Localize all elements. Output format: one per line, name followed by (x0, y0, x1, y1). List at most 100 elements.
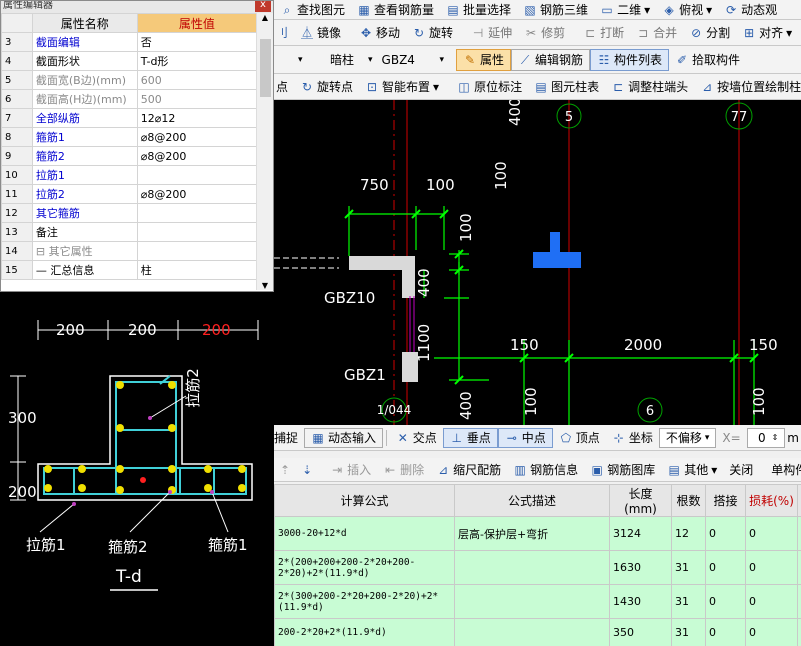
adjust-column-end-button[interactable]: ⊏ 调整柱端头 (605, 74, 694, 99)
property-row[interactable]: 11 拉筋2 ⌀8@200 (1, 184, 258, 204)
close-icon[interactable]: x (255, 1, 271, 12)
table-row[interactable]: 200-2*20+2*(11.9*d) 350 31 0 0 0 (274, 618, 801, 646)
close-button[interactable]: 关闭 (723, 458, 759, 481)
draw-by-wall-button[interactable]: ⊿按墙位置绘制柱▾ (694, 74, 801, 99)
property-row[interactable]: 7 全部纵筋 12⌀12 (1, 108, 258, 128)
scroll-down-icon[interactable]: ▼ (257, 281, 273, 290)
rotate-button[interactable]: ↻ 旋转 (406, 20, 459, 45)
col-header-extra[interactable] (797, 484, 801, 517)
extra-cell[interactable]: 0 (797, 584, 801, 619)
property-value[interactable]: ⌀8@200 (136, 127, 258, 147)
delete-button[interactable]: ⇤ 删除 (377, 458, 430, 481)
pick-component-button[interactable]: ✐ 拾取构件 (669, 46, 746, 73)
count-cell[interactable]: 31 (671, 618, 706, 646)
split-button[interactable]: ⊘ 分割 (683, 20, 736, 45)
property-row[interactable]: 10 拉筋1 (1, 165, 258, 185)
property-value[interactable] (136, 222, 258, 242)
property-value[interactable]: ⌀8@200 (136, 184, 258, 204)
property-value[interactable]: ⌀8@200 (136, 146, 258, 166)
col-header-length[interactable]: 长度(mm) (609, 484, 672, 517)
dynamic-input-button[interactable]: ▦ 动态输入 (304, 427, 384, 448)
col-header-description[interactable]: 公式描述 (454, 484, 610, 517)
property-row[interactable]: 5 截面宽(B边)(mm) 600 (1, 70, 258, 90)
lap-cell[interactable]: 0 (705, 584, 746, 619)
table-row[interactable]: 2*(200+200+200-2*20+200-2*20)+2*(11.9*d)… (274, 550, 801, 585)
length-cell[interactable]: 1430 (609, 584, 672, 619)
batch-select-button[interactable]: ▤ 批量选择 (440, 0, 517, 19)
description-cell[interactable] (454, 618, 610, 646)
property-row[interactable]: 12 其它箍筋 (1, 203, 258, 223)
selected-column-gbz4[interactable] (533, 232, 581, 268)
view-rebar-qty-button[interactable]: ▦ 查看钢筋量 (351, 0, 440, 19)
count-cell[interactable]: 31 (671, 584, 706, 619)
properties-button[interactable]: ✎ 属性 (456, 48, 512, 71)
view-2d-dropdown[interactable]: ▭ 二维 ▾ (594, 0, 656, 19)
scale-rebar-button[interactable]: ⊿ 缩尺配筋 (430, 458, 507, 481)
property-row[interactable]: 4 截面形状 T-d形 (1, 51, 258, 71)
scroll-up-icon[interactable]: ▲ (257, 13, 273, 22)
move-button[interactable]: ✥ 移动 (353, 20, 406, 45)
formula-cell[interactable]: 3000-20+12*d (274, 516, 455, 551)
property-row[interactable]: 15— 汇总信息柱 (1, 260, 258, 280)
snap-button[interactable]: 捕捉 (274, 425, 304, 450)
edit-rebar-button[interactable]: ⟋ 编辑钢筋 (511, 48, 591, 71)
loss-cell[interactable]: 0 (745, 550, 798, 585)
lap-cell[interactable]: 0 (705, 618, 746, 646)
extend-button[interactable]: ⊣ 延伸 (465, 20, 518, 45)
property-value[interactable] (136, 165, 258, 185)
insert-button[interactable]: ⇥ 插入 (324, 458, 377, 481)
property-row[interactable]: 3 截面编辑否 (1, 32, 258, 52)
description-cell[interactable] (454, 550, 610, 585)
vertex-snap-button[interactable]: ⬠ 顶点 (553, 425, 606, 450)
merge-button[interactable]: ⊐ 合并 (630, 20, 683, 45)
property-value[interactable] (136, 241, 258, 261)
rotate-point-button[interactable]: ↻ 旋转点 (294, 74, 359, 99)
count-cell[interactable]: 31 (671, 550, 706, 585)
rebar-info-button[interactable]: ▥ 钢筋信息 (507, 458, 584, 481)
other-dropdown[interactable]: ▤ 其他 ▾ (661, 458, 723, 481)
loss-cell[interactable]: 0 (745, 618, 798, 646)
offset-mode-select[interactable]: 不偏移 ▾ (658, 427, 717, 448)
property-row[interactable]: 6 截面高(H边)(mm) 500 (1, 89, 258, 109)
loss-cell[interactable]: 0 (745, 516, 798, 551)
property-row[interactable]: 9 箍筋2 ⌀8@200 (1, 146, 258, 166)
align-dropdown[interactable]: ⊞ 对齐 ▾ (736, 20, 798, 45)
formula-cell[interactable]: 200-2*20+2*(11.9*d) (274, 618, 455, 646)
point-button[interactable]: 点 (274, 74, 294, 99)
mirror-button[interactable]: ⏅ 镜像 (294, 20, 347, 45)
count-cell[interactable]: 12 (671, 516, 706, 551)
property-row[interactable]: 13 备注 (1, 222, 258, 242)
property-value[interactable] (136, 203, 258, 223)
column-table-button[interactable]: ▤ 图元柱表 (528, 74, 605, 99)
extra-cell[interactable]: 0 (797, 550, 801, 585)
lap-cell[interactable]: 0 (705, 550, 746, 585)
inplace-annotation-button[interactable]: ◫ 原位标注 (451, 74, 528, 99)
col-header-loss[interactable]: 损耗(%) (745, 484, 798, 517)
x-value-input[interactable]: 0 ⇕ (746, 427, 786, 448)
lap-cell[interactable]: 0 (705, 516, 746, 551)
property-value[interactable]: 12⌀12 (136, 108, 258, 128)
intersection-snap-button[interactable]: ✕ 交点 (390, 425, 443, 450)
trim-button[interactable]: ✂ 修剪 (518, 20, 571, 45)
property-value[interactable]: T-d形 (136, 51, 258, 71)
dynamic-view-button[interactable]: ⟳ 动态观 (718, 0, 783, 19)
description-cell[interactable] (454, 584, 610, 619)
name-dropdown[interactable]: ▾ GBZ4 ▾ (360, 46, 450, 73)
top-view-dropdown[interactable]: ◈ 俯视 ▾ (656, 0, 718, 19)
col-header-formula[interactable]: 计算公式 (274, 484, 455, 517)
table-row[interactable]: 2*(300+200-2*20+200-2*20)+2*(11.9*d) 143… (274, 584, 801, 619)
property-scrollbar[interactable]: ▲ ▼ (256, 13, 273, 290)
extra-cell[interactable]: 2 (797, 516, 801, 551)
cad-viewport[interactable]: 5 77 6 1/044 750 100 100 400 100 400 110… (274, 100, 801, 425)
find-element-button[interactable]: ⌕ 查找图元 (274, 0, 351, 19)
formula-cell[interactable]: 2*(200+200+200-2*20+200-2*20)+2*(11.9*d) (274, 550, 455, 585)
midpoint-snap-button[interactable]: ⊸ 中点 (497, 427, 553, 448)
type-dropdown[interactable]: ▾ 暗柱 (274, 46, 360, 73)
col-header-lap[interactable]: 搭接 (705, 484, 746, 517)
extra-cell[interactable]: 0 (797, 618, 801, 646)
coordinate-snap-button[interactable]: ⊹ 坐标 (606, 425, 659, 450)
property-row[interactable]: 14 ⊟ 其它属性 (1, 241, 258, 261)
property-value[interactable]: 500 (136, 89, 258, 109)
rebar-3d-button[interactable]: ▧ 钢筋三维 (517, 0, 594, 19)
col-header-count[interactable]: 根数 (671, 484, 706, 517)
